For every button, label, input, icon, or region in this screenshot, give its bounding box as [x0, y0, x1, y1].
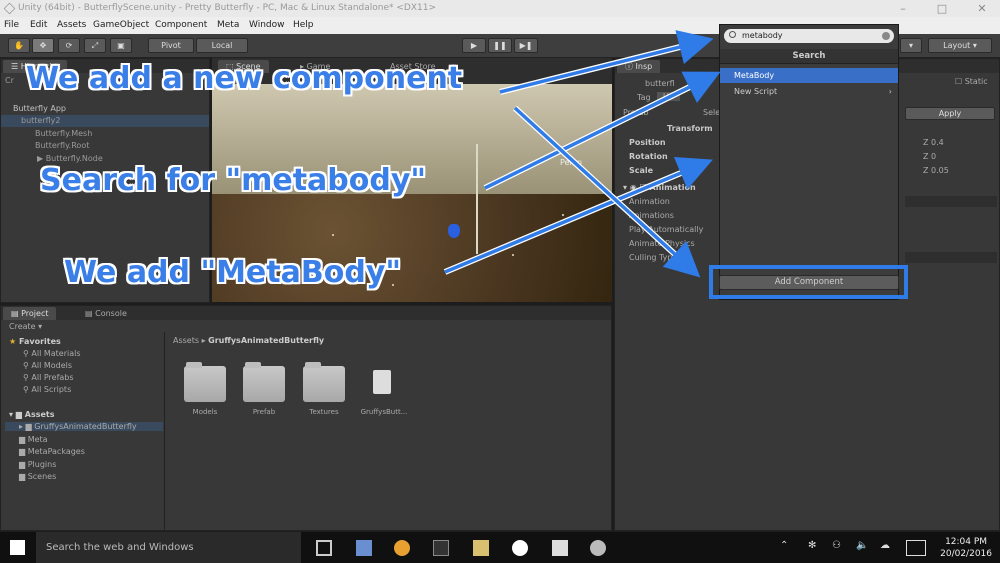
windows-taskbar: Search the web and Windows ⌃ ✻ ⚇ 🔈 ☁ 12:…: [0, 532, 1000, 563]
clock-time: 12:04 PM: [945, 537, 988, 547]
taskbar-clock[interactable]: 12:04 PM 20/02/2016: [940, 536, 992, 560]
app-icon[interactable]: [590, 540, 606, 556]
keyboard-icon[interactable]: [906, 540, 926, 556]
annotation-step-3: We add "MetaBody": [64, 255, 402, 290]
chrome-icon[interactable]: [394, 540, 410, 556]
clock-date: 20/02/2016: [940, 549, 992, 559]
file-explorer-icon[interactable]: [356, 540, 372, 556]
tray-icon[interactable]: ⚇: [832, 540, 848, 556]
volume-icon[interactable]: 🔈: [856, 540, 872, 556]
app-icon[interactable]: [473, 540, 489, 556]
taskbar-search[interactable]: Search the web and Windows: [36, 532, 301, 563]
unity-taskbar-icon[interactable]: [552, 540, 568, 556]
windows-start-icon[interactable]: [10, 540, 25, 555]
tray-icon[interactable]: ✻: [808, 540, 824, 556]
terminal-icon[interactable]: [433, 540, 449, 556]
annotation-step-2: Search for "metabody": [40, 163, 427, 198]
annotation-step-1: We add a new component: [26, 61, 463, 96]
slack-icon[interactable]: [512, 540, 528, 556]
network-icon[interactable]: ☁: [880, 540, 896, 556]
chevron-up-icon[interactable]: ⌃: [780, 540, 796, 556]
task-view-icon[interactable]: [316, 540, 332, 556]
